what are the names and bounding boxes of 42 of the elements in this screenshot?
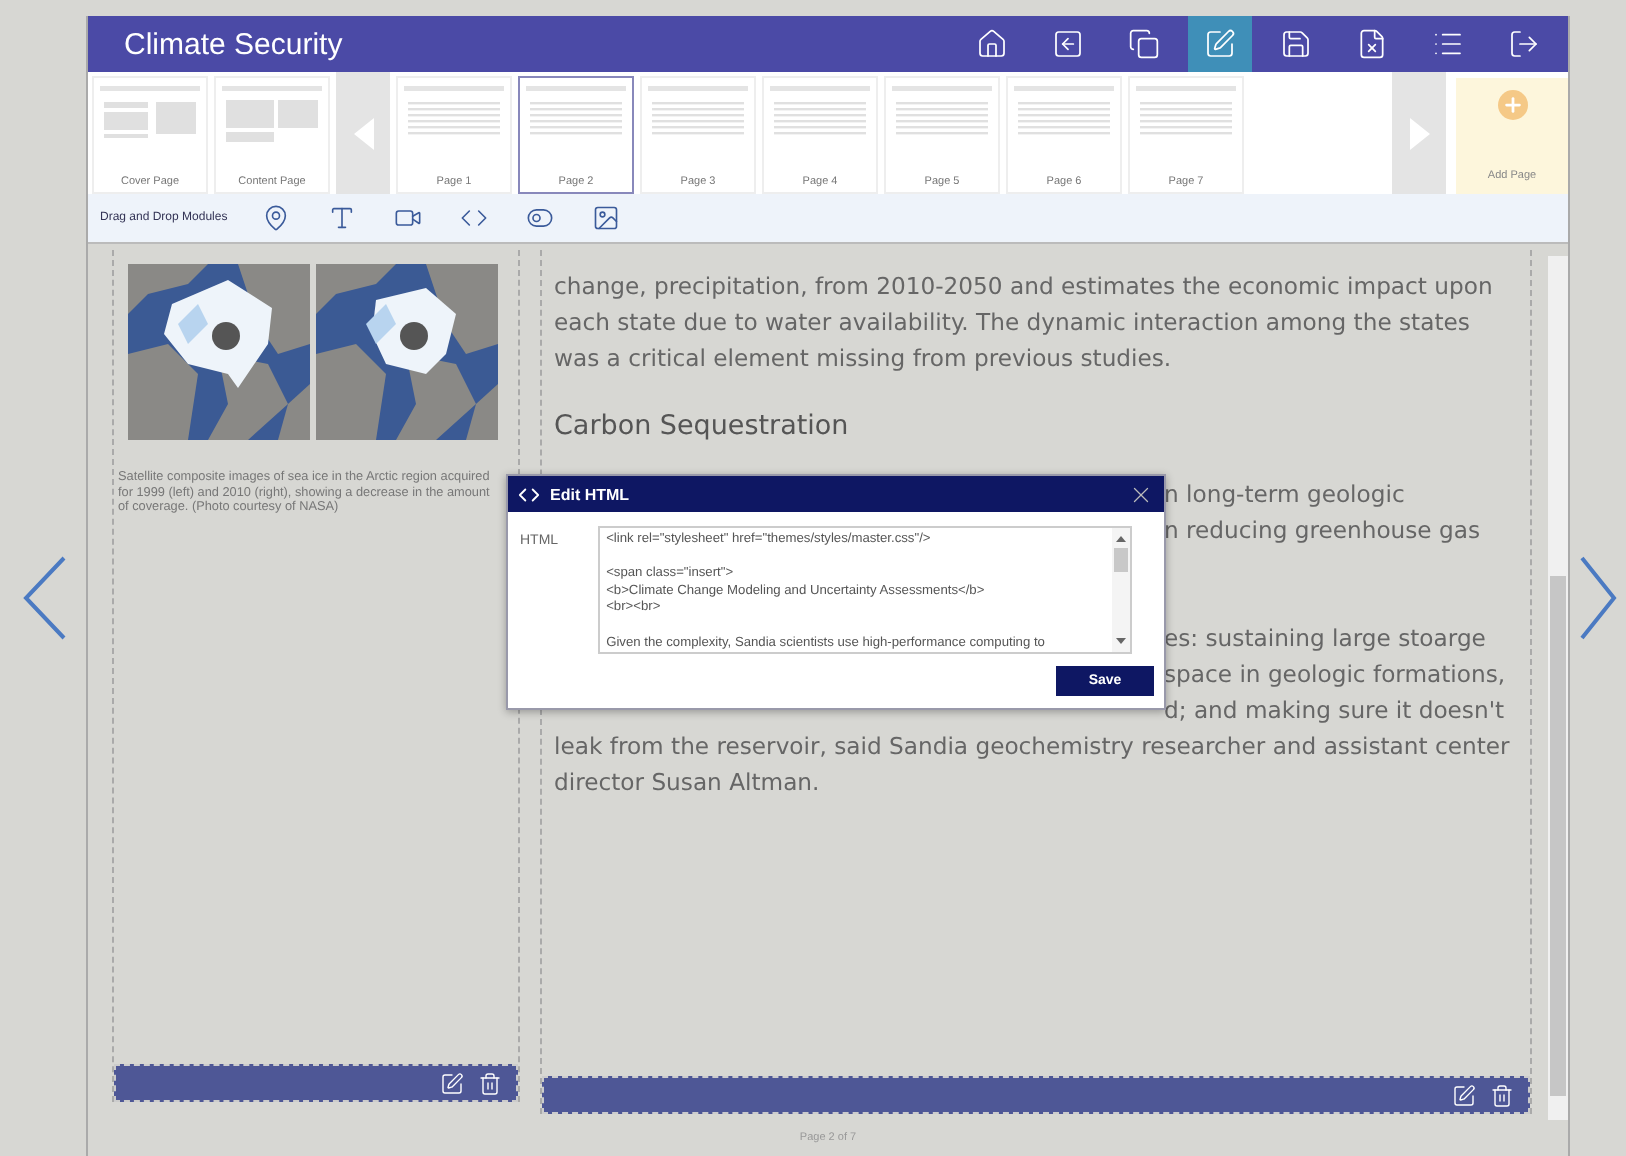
edit-icon[interactable] (1452, 1083, 1476, 1107)
chevron-right-icon (1578, 554, 1618, 642)
scrollbar[interactable] (1548, 256, 1568, 1120)
next-page-button[interactable] (1578, 554, 1618, 642)
code-icon[interactable] (459, 204, 488, 232)
body-text: d; and making sure it doesn't (1164, 694, 1505, 728)
thumbnail-icon (222, 84, 322, 144)
file-icon (1356, 28, 1388, 60)
exit-icon (1508, 28, 1540, 60)
copy-icon (1128, 28, 1160, 60)
dialog-title: Edit HTML (550, 485, 632, 503)
app-title: Climate Security (124, 27, 345, 61)
body-text: space in geologic formations, (1164, 658, 1506, 692)
trash-icon[interactable] (1490, 1083, 1514, 1107)
triangle-left-icon (353, 117, 373, 149)
thumbnail-icon (100, 84, 200, 144)
toolbar-button[interactable] (1188, 16, 1252, 72)
image-icon[interactable] (591, 204, 620, 232)
toggle-icon[interactable] (525, 204, 554, 232)
scrollbar[interactable] (1112, 528, 1131, 652)
trash-icon[interactable] (478, 1071, 502, 1095)
code-icon (518, 483, 540, 505)
save-icon (1280, 28, 1312, 60)
home-icon (976, 28, 1008, 60)
body-text: es: sustaining large stoarge (1164, 622, 1486, 656)
previous-page-button[interactable] (19, 554, 67, 642)
map-pin-icon[interactable] (261, 204, 290, 232)
body-text: leak from the reservoir, said Sandia geochemistry researcher and assistant center (554, 730, 1510, 764)
body-text: each state due to water availability. The dynamic interaction among the states (554, 306, 1470, 340)
body-text: n long-term geologic (1164, 478, 1405, 512)
edit-icon (1204, 28, 1236, 60)
body-text: was a critical element missing from previous studies. (554, 342, 1172, 376)
text-icon[interactable] (327, 204, 356, 232)
triangle-right-icon (1409, 117, 1429, 149)
chevron-left-icon (19, 554, 67, 642)
plus-icon (1497, 90, 1527, 120)
body-text: director Susan Altman. (554, 766, 820, 800)
body-text: n reducing greenhouse gas (1164, 514, 1481, 548)
edit-icon[interactable] (440, 1071, 464, 1095)
video-camera-icon[interactable] (393, 204, 422, 232)
section-heading: Carbon Sequestration (554, 408, 849, 446)
body-text: change, precipitation, from 2010-2050 and estimates the economic impact upon (554, 270, 1493, 304)
